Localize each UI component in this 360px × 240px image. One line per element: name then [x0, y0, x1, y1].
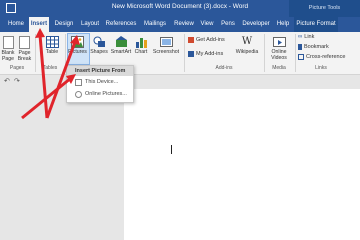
arrow-head-insert: [35, 28, 45, 38]
arrow-to-insert-tab: [38, 34, 49, 119]
annotation-arrows: [21, 28, 80, 120]
arrow-head-pictures: [70, 35, 80, 45]
